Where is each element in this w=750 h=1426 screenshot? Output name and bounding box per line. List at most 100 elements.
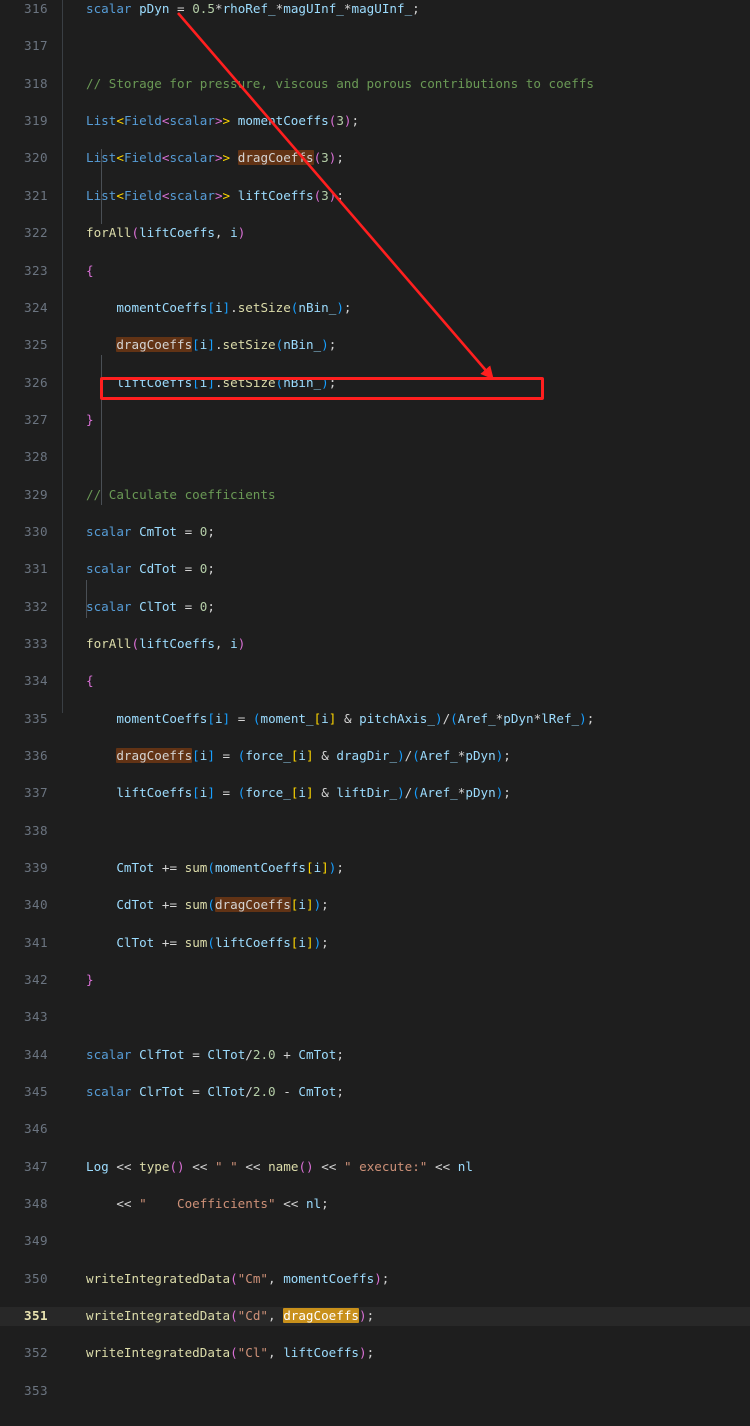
code-line[interactable]: 342 } (0, 971, 750, 990)
code-line[interactable]: 335 momentCoeffs[i] = (moment_[i] & pitc… (0, 710, 750, 729)
code-line[interactable]: 347 Log << type() << " " << name() << " … (0, 1158, 750, 1177)
line-number: 353 (24, 1382, 48, 1398)
line-number: 340 (24, 897, 48, 913)
line-content: { (86, 262, 94, 278)
code-line[interactable]: 316 scalar pDyn = 0.5*rhoRef_*magUInf_*m… (0, 0, 750, 19)
code-line[interactable]: 336 dragCoeffs[i] = (force_[i] & dragDir… (0, 747, 750, 766)
line-content: scalar ClTot = 0; (86, 598, 215, 614)
line-number: 333 (24, 635, 48, 651)
line-number: 349 (24, 1233, 48, 1249)
code-line[interactable]: 353 (0, 1382, 750, 1401)
line-content: ClTot += sum(liftCoeffs[i]); (116, 934, 329, 950)
line-number: 339 (24, 859, 48, 875)
line-number: 344 (24, 1046, 48, 1062)
line-number: 319 (24, 113, 48, 129)
line-content: List<Field<scalar>> dragCoeffs(3); (86, 150, 344, 166)
code-line[interactable]: 318 // Storage for pressure, viscous and… (0, 75, 750, 94)
line-number: 324 (24, 299, 48, 315)
code-line[interactable]: 334 { (0, 672, 750, 691)
code-line[interactable]: 340 CdTot += sum(dragCoeffs[i]); (0, 896, 750, 915)
line-content: List<Field<scalar>> liftCoeffs(3); (86, 187, 344, 203)
line-content: scalar pDyn = 0.5*rhoRef_*magUInf_*magUI… (86, 1, 420, 16)
code-line[interactable]: 333 forAll(liftCoeffs, i) (0, 635, 750, 654)
line-number: 330 (24, 523, 48, 539)
code-line[interactable]: 328 (0, 448, 750, 467)
code-line[interactable]: 319 List<Field<scalar>> momentCoeffs(3); (0, 112, 750, 131)
code-editor[interactable]: 316 scalar pDyn = 0.5*rhoRef_*magUInf_*m… (0, 0, 750, 1398)
code-line[interactable]: 337 liftCoeffs[i] = (force_[i] & liftDir… (0, 784, 750, 803)
line-number: 325 (24, 337, 48, 353)
line-number: 329 (24, 486, 48, 502)
code-line[interactable]: 325 dragCoeffs[i].setSize(nBin_); (0, 336, 750, 355)
search-match: dragCoeffs (116, 337, 193, 353)
line-number: 352 (24, 1345, 48, 1361)
code-line[interactable]: 344 scalar ClfTot = ClTot/2.0 + CmTot; (0, 1046, 750, 1065)
line-content: scalar CdTot = 0; (86, 561, 215, 577)
code-line[interactable]: 343 (0, 1008, 750, 1027)
line-number: 347 (24, 1158, 48, 1174)
line-content: momentCoeffs[i] = (moment_[i] & pitchAxi… (116, 710, 595, 726)
line-number: 321 (24, 187, 48, 203)
code-line[interactable]: 320 List<Field<scalar>> dragCoeffs(3); (0, 149, 750, 168)
line-content: { (86, 673, 94, 689)
line-number: 335 (24, 710, 48, 726)
code-line[interactable]: 322 forAll(liftCoeffs, i) (0, 224, 750, 243)
line-content: forAll(liftCoeffs, i) (86, 635, 246, 651)
code-line[interactable]: 338 (0, 822, 750, 841)
code-line[interactable]: 323 { (0, 262, 750, 281)
code-line[interactable]: 348 << " Coefficients" << nl; (0, 1195, 750, 1214)
code-line[interactable]: 349 (0, 1232, 750, 1251)
line-content: << " Coefficients" << nl; (116, 1195, 329, 1211)
line-number: 334 (24, 673, 48, 689)
code-line[interactable]: 339 CmTot += sum(momentCoeffs[i]); (0, 859, 750, 878)
line-content: CdTot += sum(dragCoeffs[i]); (116, 897, 329, 913)
line-number: 328 (24, 449, 48, 465)
active-search-match: dragCoeffs (283, 1307, 360, 1323)
line-content: scalar CmTot = 0; (86, 523, 215, 539)
line-number: 317 (24, 38, 48, 54)
code-line[interactable]: 345 scalar ClrTot = ClTot/2.0 - CmTot; (0, 1083, 750, 1102)
line-number: 316 (24, 1, 48, 16)
line-number: 351 (24, 1307, 48, 1323)
line-number: 326 (24, 374, 48, 390)
code-line[interactable]: 317 (0, 37, 750, 56)
line-content: scalar ClrTot = ClTot/2.0 - CmTot; (86, 1083, 344, 1099)
search-match: dragCoeffs (116, 747, 193, 763)
search-match: dragCoeffs (214, 897, 291, 913)
line-content: } (86, 411, 94, 427)
line-number: 323 (24, 262, 48, 278)
line-number: 348 (24, 1195, 48, 1211)
code-line[interactable]: 321 List<Field<scalar>> liftCoeffs(3); (0, 187, 750, 206)
code-line-current[interactable]: 351 writeIntegratedData("Cd", dragCoeffs… (0, 1306, 750, 1326)
line-number: 345 (24, 1083, 48, 1099)
line-number: 338 (24, 822, 48, 838)
code-line[interactable]: 324 momentCoeffs[i].setSize(nBin_); (0, 299, 750, 318)
code-line[interactable]: 332 scalar ClTot = 0; (0, 598, 750, 617)
code-line[interactable]: 341 ClTot += sum(liftCoeffs[i]); (0, 934, 750, 953)
line-content: forAll(liftCoeffs, i) (86, 225, 246, 241)
line-content: momentCoeffs[i].setSize(nBin_); (116, 299, 352, 315)
code-line[interactable]: 352 writeIntegratedData("Cl", liftCoeffs… (0, 1344, 750, 1363)
line-content: // Calculate coefficients (86, 486, 276, 502)
line-number: 332 (24, 598, 48, 614)
line-content: CmTot += sum(momentCoeffs[i]); (116, 859, 344, 875)
line-number: 322 (24, 225, 48, 241)
line-number: 327 (24, 411, 48, 427)
line-content: // Storage for pressure, viscous and por… (86, 75, 594, 91)
code-line[interactable]: 327 } (0, 411, 750, 430)
line-content: List<Field<scalar>> momentCoeffs(3); (86, 113, 360, 129)
line-content: dragCoeffs[i] = (force_[i] & dragDir_)/(… (116, 747, 511, 763)
line-content: Log << type() << " " << name() << " exec… (86, 1158, 473, 1174)
line-number: 337 (24, 785, 48, 801)
line-number: 350 (24, 1270, 48, 1286)
line-number: 346 (24, 1121, 48, 1137)
code-line[interactable]: 330 scalar CmTot = 0; (0, 523, 750, 542)
line-content: writeIntegratedData("Cm", momentCoeffs); (86, 1270, 390, 1286)
line-number: 343 (24, 1009, 48, 1025)
line-number: 336 (24, 747, 48, 763)
code-line[interactable]: 331 scalar CdTot = 0; (0, 560, 750, 579)
code-line[interactable]: 346 (0, 1120, 750, 1139)
line-number: 342 (24, 971, 48, 987)
code-line[interactable]: 350 writeIntegratedData("Cm", momentCoef… (0, 1270, 750, 1289)
code-line[interactable]: 329 // Calculate coefficients (0, 486, 750, 505)
